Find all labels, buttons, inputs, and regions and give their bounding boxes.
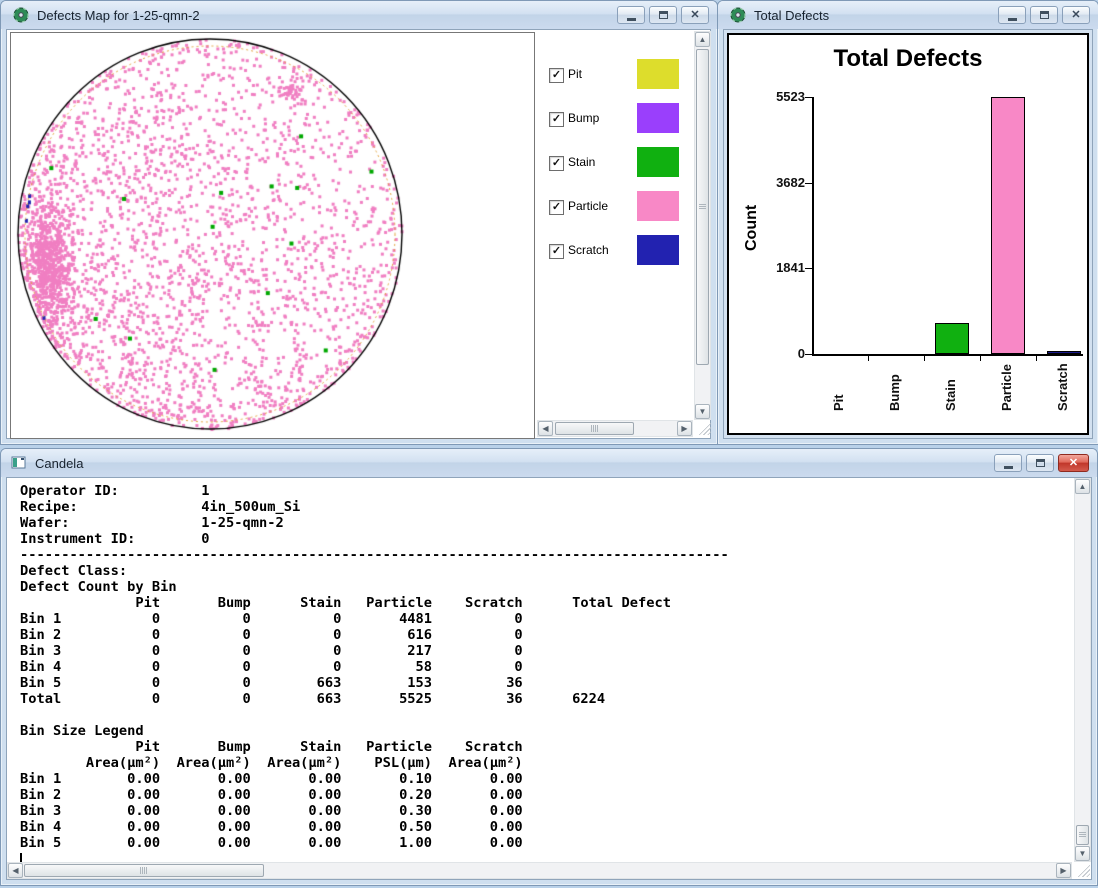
chart-y-axis-label: Count: [743, 205, 761, 251]
close-icon: ✕: [1069, 458, 1078, 469]
maximize-button[interactable]: [1030, 6, 1058, 24]
x-tick-label-pit: Pit: [831, 394, 846, 411]
vertical-scroll-thumb[interactable]: [696, 49, 709, 365]
restore-button[interactable]: [1026, 454, 1054, 472]
chart-bar-stain: [935, 323, 969, 354]
minimize-button[interactable]: [998, 6, 1026, 24]
scroll-down-button[interactable]: ▼: [1075, 846, 1090, 861]
legend-label-pit: Pit: [568, 68, 582, 81]
legend-checkbox-stain[interactable]: ✓: [549, 156, 564, 171]
defects-map-client: ✓ Pit ✓ Bump ✓ Stain ✓ Particle ✓ Scratch ▲ ▼ ◀ ▶: [6, 29, 711, 439]
close-icon: ✕: [1071, 10, 1080, 21]
scroll-left-button[interactable]: ◀: [8, 863, 23, 878]
report-vertical-scrollbar[interactable]: ▲ ▼: [1074, 478, 1091, 862]
close-button[interactable]: ✕: [681, 6, 709, 24]
close-button[interactable]: ✕: [1058, 454, 1089, 472]
legend-swatch-stain: [637, 147, 679, 177]
y-tick-mark: [805, 268, 812, 269]
chart-y-axis: [812, 97, 814, 356]
scroll-up-button[interactable]: ▲: [695, 32, 710, 47]
restore-icon: [1036, 459, 1045, 467]
x-tick-mark: [868, 356, 869, 361]
y-tick-label: 0: [743, 346, 805, 361]
titlebar-total-defects[interactable]: Total Defects ✕: [718, 1, 1098, 29]
wafer-disc-icon: [730, 7, 746, 23]
maximize-icon: [659, 11, 668, 19]
y-tick-mark: [805, 183, 812, 184]
maximize-button[interactable]: [649, 6, 677, 24]
resize-grip[interactable]: [697, 421, 711, 435]
legend-swatch-scratch: [637, 235, 679, 265]
wafer-disc-icon: [13, 7, 29, 23]
candela-client: Operator ID: 1 Recipe: 4in_500um_Si Wafe…: [6, 477, 1092, 880]
chart-title: Total Defects: [729, 45, 1087, 73]
y-tick-label: 1841: [743, 260, 805, 275]
window-candela: Candela ✕ Operator ID: 1 Recipe: 4in_500…: [0, 448, 1098, 886]
legend-horizontal-scrollbar[interactable]: ◀ ▶: [537, 420, 693, 437]
app-window-icon: [11, 455, 27, 471]
report-horizontal-scrollbar[interactable]: ◀ ▶: [7, 862, 1072, 879]
legend-checkbox-pit[interactable]: ✓: [549, 68, 564, 83]
x-tick-mark: [1036, 356, 1037, 361]
x-tick-mark: [924, 356, 925, 361]
scroll-right-button[interactable]: ▶: [677, 421, 692, 436]
legend-swatch-pit: [637, 59, 679, 89]
legend-vertical-scrollbar[interactable]: ▲ ▼: [694, 31, 711, 420]
window-title: Defects Map for 1-25-qmn-2: [37, 8, 200, 23]
minimize-button[interactable]: [994, 454, 1022, 472]
scroll-down-button[interactable]: ▼: [695, 404, 710, 419]
chart-x-axis: [812, 354, 1083, 356]
minimize-button[interactable]: [617, 6, 645, 24]
legend-swatch-bump: [637, 103, 679, 133]
legend-label-stain: Stain: [568, 156, 595, 169]
titlebar-candela[interactable]: Candela ✕: [1, 449, 1097, 477]
wafer-map-panel: [10, 32, 535, 439]
x-tick-label-bump: Bump: [887, 374, 902, 411]
horizontal-scroll-thumb[interactable]: [24, 864, 264, 877]
y-tick-mark: [805, 354, 812, 355]
close-button[interactable]: ✕: [1062, 6, 1090, 24]
minimize-icon: [627, 18, 636, 21]
legend-checkbox-particle[interactable]: ✓: [549, 200, 564, 215]
resize-grip[interactable]: [1076, 863, 1090, 877]
report-text[interactable]: Operator ID: 1 Recipe: 4in_500um_Si Wafe…: [7, 478, 729, 851]
x-tick-label-stain: Stain: [943, 379, 958, 411]
window-total-defects: Total Defects ✕ Total Defects Count 0 184…: [717, 0, 1098, 445]
chart-bar-scratch: [1047, 351, 1081, 354]
vertical-scroll-thumb[interactable]: [1076, 825, 1089, 845]
window-title: Total Defects: [754, 8, 829, 23]
minimize-icon: [1008, 18, 1017, 21]
x-tick-label-scratch: Scratch: [1055, 363, 1070, 411]
legend-label-particle: Particle: [568, 200, 608, 213]
window-title: Candela: [35, 456, 83, 471]
close-icon: ✕: [690, 10, 699, 21]
y-tick-label: 3682: [743, 175, 805, 190]
legend-checkbox-bump[interactable]: ✓: [549, 112, 564, 127]
titlebar-defects-map[interactable]: Defects Map for 1-25-qmn-2 ✕: [1, 1, 717, 29]
x-tick-label-particle: Particle: [999, 364, 1014, 411]
maximize-icon: [1040, 11, 1049, 19]
scroll-left-button[interactable]: ◀: [538, 421, 553, 436]
legend-label-bump: Bump: [568, 112, 599, 125]
legend-checkbox-scratch[interactable]: ✓: [549, 244, 564, 259]
x-tick-mark: [980, 356, 981, 361]
chart-bar-particle: [991, 97, 1025, 354]
y-tick-label: 5523: [743, 89, 805, 104]
scroll-up-button[interactable]: ▲: [1075, 479, 1090, 494]
total-defects-chart: Total Defects Count 0 1841 3682 5523 Pit Bump…: [727, 33, 1089, 435]
horizontal-scroll-thumb[interactable]: [555, 422, 634, 435]
minimize-icon: [1004, 466, 1013, 469]
legend-swatch-particle: [637, 191, 679, 221]
y-tick-mark: [805, 97, 812, 98]
desktop: Defects Map for 1-25-qmn-2 ✕ ✓ Pit ✓ Bump ✓ S…: [0, 0, 1098, 888]
defect-class-legend: ✓ Pit ✓ Bump ✓ Stain ✓ Particle ✓ Scratch: [538, 32, 693, 419]
wafer-map-canvas[interactable]: [11, 33, 532, 436]
scroll-right-button[interactable]: ▶: [1056, 863, 1071, 878]
chart-client: Total Defects Count 0 1841 3682 5523 Pit Bump…: [723, 29, 1093, 439]
legend-label-scratch: Scratch: [568, 244, 609, 257]
window-defects-map: Defects Map for 1-25-qmn-2 ✕ ✓ Pit ✓ Bump ✓ S…: [0, 0, 718, 445]
